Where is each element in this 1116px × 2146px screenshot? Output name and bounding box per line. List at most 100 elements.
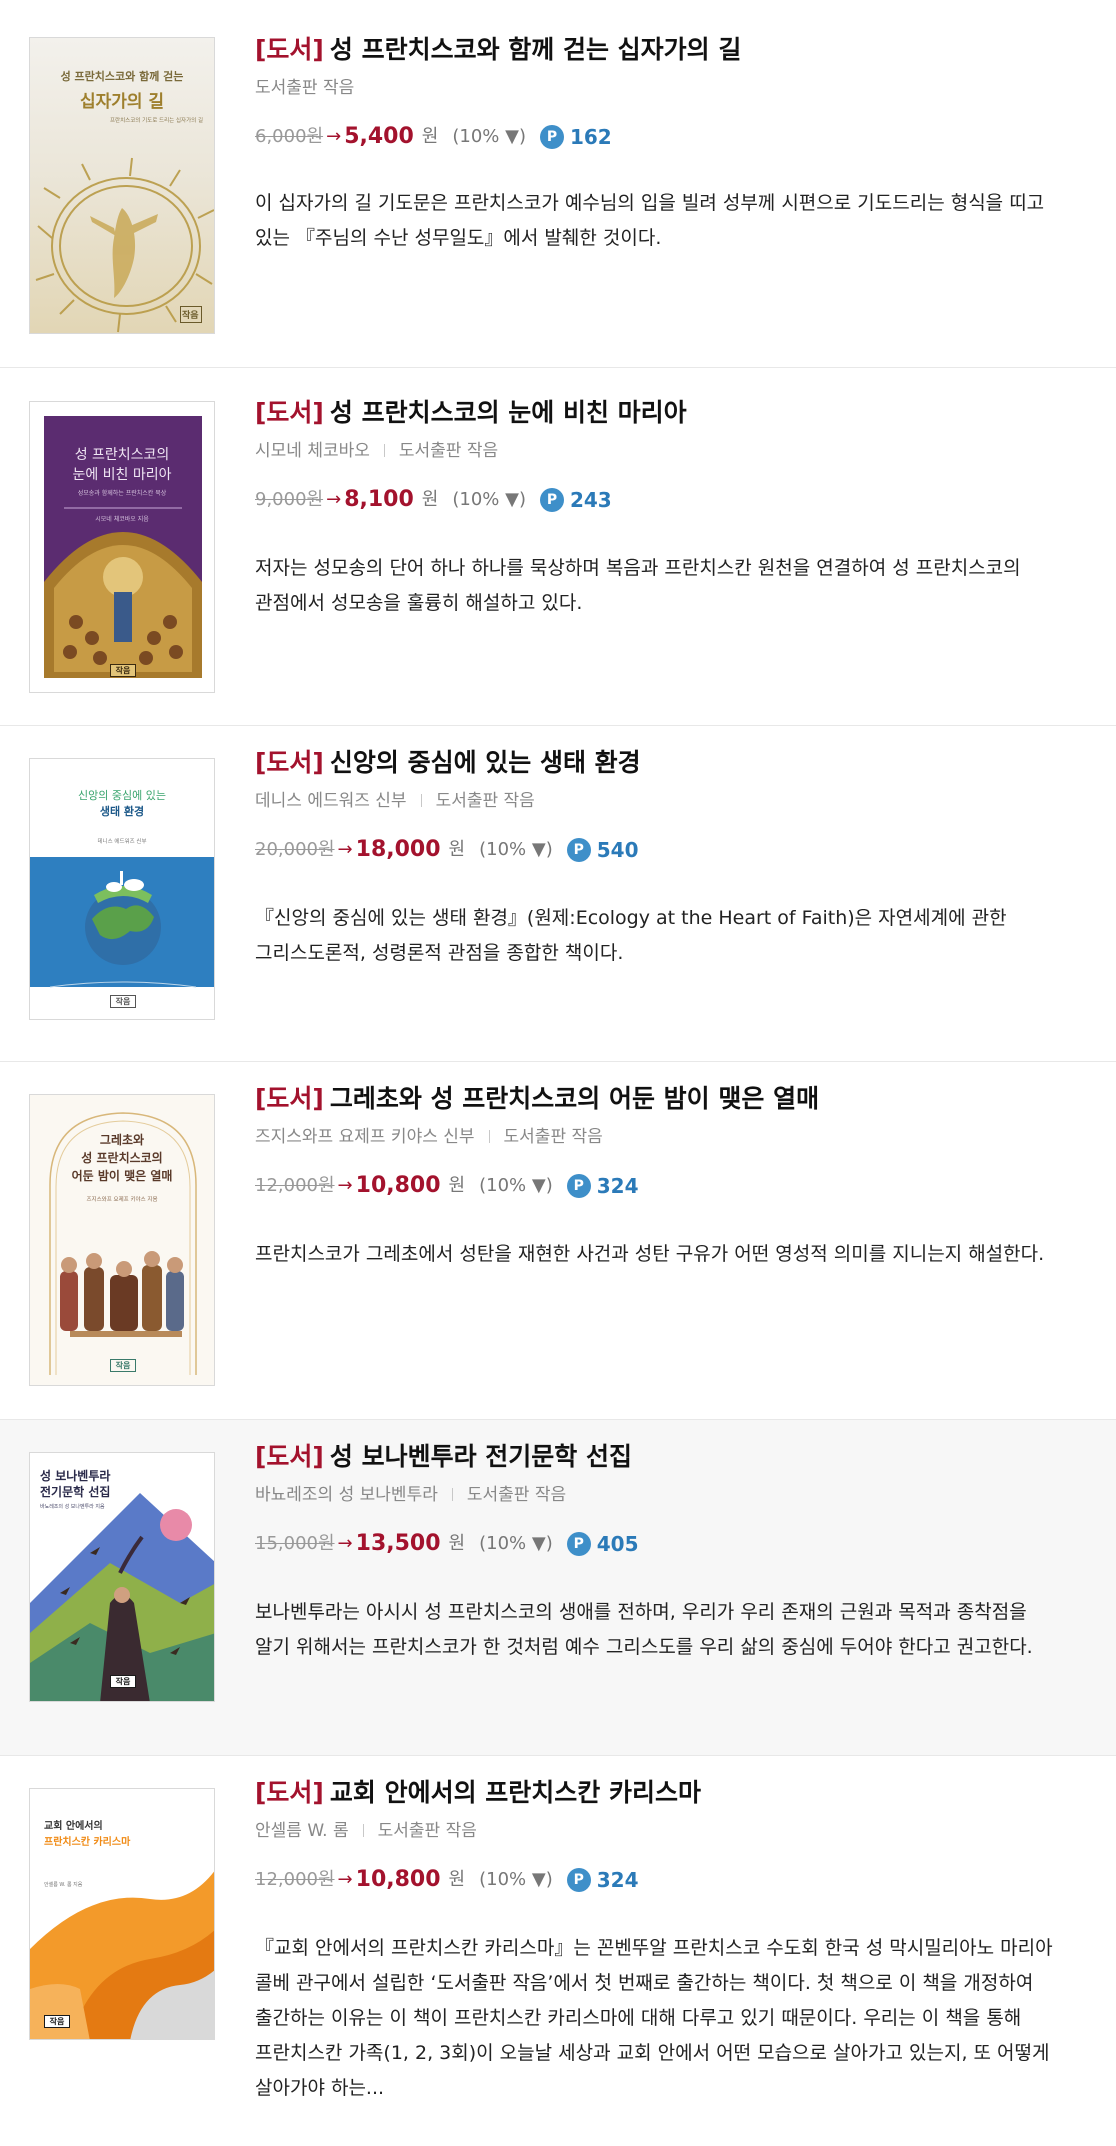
product-meta: 바뇨레조의 성 보나벤투라 도서출판 작음 <box>255 1483 1056 1507</box>
product-description: 『교회 안에서의 프란치스칸 카리스마』는 꼰벤뚜알 프란치스코 수도회 한국 … <box>255 1937 1053 2099</box>
category-tag: [도서] <box>255 1442 324 1471</box>
sale-price: 10,800 <box>355 1173 441 1198</box>
product-title-link[interactable]: [도서] 성 프란치스코와 함께 걷는 십자가의 길 <box>255 33 1056 67</box>
publisher-logo: 작음 <box>110 664 136 677</box>
point-p-icon: P <box>539 125 564 149</box>
author-name: 바뇨레조의 성 보나벤투라 <box>255 1485 438 1505</box>
currency-unit: 원 <box>421 126 439 147</box>
product-item: 성 프란치스코와 함께 걷는 십자가의 길 프란치스코의 기도로 드리는 십자가… <box>0 0 1116 368</box>
publisher-name: 도서출판 작음 <box>255 78 355 98</box>
cover-line-3: 데니스 에드워즈 신부 <box>97 839 147 845</box>
currency-unit: 원 <box>448 1533 466 1554</box>
original-price: 9,000원 <box>255 489 324 510</box>
points-value: 162 <box>569 125 612 149</box>
product-title-link[interactable]: [도서] 그레초와 성 프란치스코의 어둔 밤이 맺은 열매 <box>255 1082 1056 1116</box>
discount-rate: (10% ▼) <box>479 1175 553 1196</box>
product-item: 교회 안에서의 프란치스칸 카리스마 안셀름 W. 롬 지음 작음 [도서] 교회… <box>0 1756 1116 2146</box>
product-item: 성 보나벤투라 전기문학 선집 바뇨레조의 성 보나벤투라 지음 작음 [도서]… <box>0 1420 1116 1756</box>
publisher-logo: 작음 <box>110 995 136 1008</box>
product-meta: 즈지스와프 요제프 키야스 신부 도서출판 작음 <box>255 1125 1056 1149</box>
product-meta: 데니스 에드워즈 신부 도서출판 작음 <box>255 789 1056 813</box>
product-description: 보나벤투라는 아시시 성 프란치스코의 생애를 전하며, 우리가 우리 존재의 … <box>255 1601 1033 1658</box>
price-arrow: → <box>337 1533 353 1554</box>
sale-price: 8,100 <box>344 487 414 512</box>
product-description: 프란치스코가 그레초에서 성탄을 재현한 사건과 성탄 구유가 어떤 영성적 의… <box>255 1243 1045 1265</box>
points-badge: P 243 <box>539 485 612 515</box>
publisher-name: 도서출판 작음 <box>435 791 535 811</box>
publisher-name: 도서출판 작음 <box>398 441 499 461</box>
product-title: 교회 안에서의 프란치스칸 카리스마 <box>329 1778 701 1807</box>
points-badge: P 324 <box>566 1865 639 1895</box>
product-info: [도서] 신앙의 중심에 있는 생태 환경 데니스 에드워즈 신부 도서출판 작음 … <box>255 746 1056 971</box>
publisher-logo: 작음 <box>180 306 202 323</box>
discount-rate: (10% ▼) <box>479 839 553 860</box>
discount-rate: (10% ▼) <box>479 1869 553 1890</box>
product-list: 성 프란치스코와 함께 걷는 십자가의 길 프란치스코의 기도로 드리는 십자가… <box>0 0 1116 2146</box>
meta-divider <box>420 794 422 807</box>
points-badge: P 324 <box>566 1171 639 1201</box>
sale-price: 5,400 <box>344 124 414 149</box>
publisher-logo: 작음 <box>44 2015 70 2028</box>
cover-line-3: 프란치스코의 기도로 드리는 십자가의 길 <box>110 118 204 124</box>
product-item: 성 프란치스코의 눈에 비친 마리아 성모송과 함께하는 프란치스칸 묵상 시모… <box>0 368 1116 726</box>
product-meta: 안셀름 W. 롬 도서출판 작음 <box>255 1819 1056 1843</box>
product-info: [도서] 성 프란치스코의 눈에 비친 마리아 시모네 체코바오 도서출판 작음 9… <box>255 396 1056 621</box>
original-price: 12,000원 <box>255 1175 335 1196</box>
product-item: 그레초와 성 프란치스코의 어둔 밤이 맺은 열매 즈지스와프 요제프 키야스 … <box>0 1062 1116 1420</box>
cover-line-3: 바뇨레조의 성 보나벤투라 지음 <box>40 1504 105 1510</box>
meta-divider <box>383 444 385 457</box>
publisher-name: 도서출판 작음 <box>503 1127 603 1147</box>
book-cover-image[interactable]: 교회 안에서의 프란치스칸 카리스마 안셀름 W. 롬 지음 작음 <box>29 1788 215 2040</box>
product-info: [도서] 성 보나벤투라 전기문학 선집 바뇨레조의 성 보나벤투라 도서출판 작음… <box>255 1440 1056 1665</box>
product-title-link[interactable]: [도서] 신앙의 중심에 있는 생태 환경 <box>255 746 1056 780</box>
product-title: 그레초와 성 프란치스코의 어둔 밤이 맺은 열매 <box>329 1084 820 1113</box>
book-cover-image[interactable]: 그레초와 성 프란치스코의 어둔 밤이 맺은 열매 즈지스와프 요제프 키야스 … <box>29 1094 215 1386</box>
publisher-logo: 작음 <box>110 1359 136 1372</box>
publisher-logo: 작음 <box>110 1675 136 1688</box>
original-price: 20,000원 <box>255 839 335 860</box>
meta-divider <box>488 1130 490 1143</box>
price-arrow: → <box>326 126 342 147</box>
product-title-link[interactable]: [도서] 성 보나벤투라 전기문학 선집 <box>255 1440 1056 1474</box>
book-cover-image[interactable]: 신앙의 중심에 있는 생태 환경 데니스 에드워즈 신부 작음 <box>29 758 215 1020</box>
cover-line-2: 생태 환경 <box>99 805 145 818</box>
book-cover-image[interactable]: 성 프란치스코와 함께 걷는 십자가의 길 프란치스코의 기도로 드리는 십자가… <box>29 37 215 334</box>
price-arrow: → <box>337 1175 353 1196</box>
product-description: 이 십자가의 길 기도문은 프란치스코가 예수님의 입을 빌려 성부께 시편으로… <box>255 192 1045 249</box>
book-cover-image[interactable]: 성 프란치스코의 눈에 비친 마리아 성모송과 함께하는 프란치스칸 묵상 시모… <box>29 401 215 693</box>
discount-rate: (10% ▼) <box>479 1533 553 1554</box>
category-tag: [도서] <box>255 748 324 777</box>
cover-line-1: 성 보나벤투라 <box>40 1469 111 1483</box>
author-name: 즈지스와프 요제프 키야스 신부 <box>255 1127 475 1147</box>
author-name: 시모네 체코바오 <box>255 441 370 461</box>
points-value: 405 <box>596 1532 639 1556</box>
currency-unit: 원 <box>448 1869 466 1890</box>
points-value: 324 <box>596 1174 639 1198</box>
author-name: 안셀름 W. 롬 <box>255 1821 349 1841</box>
product-item: 신앙의 중심에 있는 생태 환경 데니스 에드워즈 신부 작음 [도서] 신앙의 … <box>0 726 1116 1062</box>
book-cover-image[interactable]: 성 보나벤투라 전기문학 선집 바뇨레조의 성 보나벤투라 지음 작음 <box>29 1452 215 1702</box>
publisher-name: 도서출판 작음 <box>466 1485 567 1505</box>
points-value: 324 <box>596 1868 639 1892</box>
cover-line-3: 안셀름 W. 롬 지음 <box>44 1882 83 1888</box>
product-info: [도서] 성 프란치스코와 함께 걷는 십자가의 길 도서출판 작음 6,000원… <box>255 33 1056 256</box>
cover-line-2: 성 프란치스코의 <box>81 1151 163 1165</box>
point-p-icon: P <box>566 1174 591 1198</box>
points-badge: P 540 <box>566 835 638 865</box>
points-badge: P 405 <box>566 1529 639 1559</box>
price-arrow: → <box>337 1869 353 1890</box>
cover-line-1: 교회 안에서의 <box>44 1821 103 1832</box>
point-p-icon: P <box>566 1868 591 1892</box>
product-title-link[interactable]: [도서] 교회 안에서의 프란치스칸 카리스마 <box>255 1776 1056 1810</box>
discount-rate: (10% ▼) <box>452 126 526 147</box>
point-p-icon: P <box>566 838 591 862</box>
sale-price: 10,800 <box>355 1867 441 1892</box>
product-title-link[interactable]: [도서] 성 프란치스코의 눈에 비친 마리아 <box>255 396 1056 430</box>
meta-divider <box>362 1824 364 1837</box>
sale-price: 13,500 <box>355 1531 441 1556</box>
cover-line-1: 그레초와 <box>99 1133 145 1147</box>
cover-line-2: 프란치스칸 카리스마 <box>44 1837 131 1848</box>
price-row: 12,000원 → 10,800 원 (10% ▼) P 324 <box>255 1865 1056 1895</box>
point-p-icon: P <box>566 1532 591 1556</box>
product-description: 저자는 성모송의 단어 하나 하나를 묵상하며 복음과 프란치스칸 원천을 연결… <box>255 557 1021 614</box>
